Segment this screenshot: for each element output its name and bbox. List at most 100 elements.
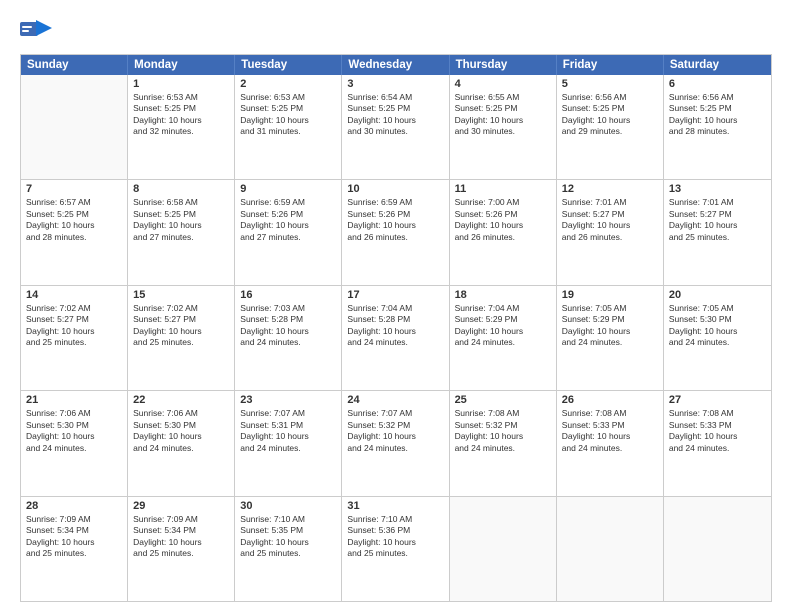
- calendar-cell: 23Sunrise: 7:07 AM Sunset: 5:31 PM Dayli…: [235, 391, 342, 495]
- calendar-header-day: Thursday: [450, 55, 557, 75]
- day-number: 15: [133, 289, 229, 301]
- cell-info: Sunrise: 7:00 AM Sunset: 5:26 PM Dayligh…: [455, 197, 551, 243]
- calendar-row: 21 Sunrise: 7:06 AM Sunset: 5:30 PM Dayli…: [21, 391, 771, 496]
- day-number: 16: [240, 289, 336, 301]
- day-number: 9: [240, 183, 336, 195]
- calendar-cell: 21 Sunrise: 7:06 AM Sunset: 5:30 PM Dayli…: [21, 391, 128, 495]
- calendar-header-day: Tuesday: [235, 55, 342, 75]
- calendar-cell: 22 Sunrise: 7:06 AM Sunset: 5:30 PM Dayli…: [128, 391, 235, 495]
- cell-info: Sunrise: 7:04 AM Sunset: 5:29 PM Dayligh…: [455, 303, 551, 349]
- cell-info: Sunrise: 6:56 AM Sunset: 5:25 PM Dayligh…: [669, 92, 766, 138]
- calendar-cell: 5 Sunrise: 6:56 AM Sunset: 5:25 PM Daylig…: [557, 75, 664, 179]
- calendar-row: 1 Sunrise: 6:53 AM Sunset: 5:25 PM Daylig…: [21, 75, 771, 180]
- calendar-cell: 8 Sunrise: 6:58 AM Sunset: 5:25 PM Daylig…: [128, 180, 235, 284]
- day-number: 8: [133, 183, 229, 195]
- cell-info: Sunrise: 7:04 AM Sunset: 5:28 PM Dayligh…: [347, 303, 443, 349]
- calendar-cell: 15 Sunrise: 7:02 AM Sunset: 5:27 PM Dayli…: [128, 286, 235, 390]
- calendar-cell: [21, 75, 128, 179]
- calendar-cell: 1 Sunrise: 6:53 AM Sunset: 5:25 PM Daylig…: [128, 75, 235, 179]
- calendar: SundayMondayTuesdayWednesdayThursdayFrid…: [20, 54, 772, 602]
- cell-info: Sunrise: 7:08 AM Sunset: 5:32 PM Dayligh…: [455, 408, 551, 454]
- day-number: 19: [562, 289, 658, 301]
- day-number: 1: [133, 78, 229, 90]
- calendar-cell: 9 Sunrise: 6:59 AM Sunset: 5:26 PM Daylig…: [235, 180, 342, 284]
- cell-info: Sunrise: 7:10 AM Sunset: 5:36 PM Dayligh…: [347, 514, 443, 560]
- calendar-cell: 17 Sunrise: 7:04 AM Sunset: 5:28 PM Dayli…: [342, 286, 449, 390]
- cell-info: Sunrise: 7:09 AM Sunset: 5:34 PM Dayligh…: [26, 514, 122, 560]
- day-number: 27: [669, 394, 766, 406]
- day-number: 5: [562, 78, 658, 90]
- calendar-cell: 13Sunrise: 7:01 AM Sunset: 5:27 PM Dayli…: [664, 180, 771, 284]
- calendar-cell: 7 Sunrise: 6:57 AM Sunset: 5:25 PM Daylig…: [21, 180, 128, 284]
- calendar-cell: 2Sunrise: 6:53 AM Sunset: 5:25 PM Daylig…: [235, 75, 342, 179]
- day-number: 14: [26, 289, 122, 301]
- day-number: 7: [26, 183, 122, 195]
- cell-info: Sunrise: 6:53 AM Sunset: 5:25 PM Dayligh…: [133, 92, 229, 138]
- cell-info: Sunrise: 6:58 AM Sunset: 5:25 PM Dayligh…: [133, 197, 229, 243]
- day-number: 17: [347, 289, 443, 301]
- cell-info: Sunrise: 6:55 AM Sunset: 5:25 PM Dayligh…: [455, 92, 551, 138]
- cell-info: Sunrise: 7:08 AM Sunset: 5:33 PM Dayligh…: [669, 408, 766, 454]
- day-number: 6: [669, 78, 766, 90]
- calendar-cell: [557, 497, 664, 601]
- calendar-cell: 26 Sunrise: 7:08 AM Sunset: 5:33 PM Dayli…: [557, 391, 664, 495]
- cell-info: Sunrise: 7:06 AM Sunset: 5:30 PM Dayligh…: [26, 408, 122, 454]
- cell-info: Sunrise: 6:57 AM Sunset: 5:25 PM Dayligh…: [26, 197, 122, 243]
- cell-info: Sunrise: 7:09 AM Sunset: 5:34 PM Dayligh…: [133, 514, 229, 560]
- day-number: 10: [347, 183, 443, 195]
- calendar-cell: [664, 497, 771, 601]
- calendar-cell: 11Sunrise: 7:00 AM Sunset: 5:26 PM Dayli…: [450, 180, 557, 284]
- calendar-cell: 29Sunrise: 7:09 AM Sunset: 5:34 PM Dayli…: [128, 497, 235, 601]
- day-number: 2: [240, 78, 336, 90]
- calendar-cell: 10Sunrise: 6:59 AM Sunset: 5:26 PM Dayli…: [342, 180, 449, 284]
- calendar-row: 28 Sunrise: 7:09 AM Sunset: 5:34 PM Dayli…: [21, 497, 771, 601]
- cell-info: Sunrise: 7:05 AM Sunset: 5:30 PM Dayligh…: [669, 303, 766, 349]
- day-number: 4: [455, 78, 551, 90]
- calendar-cell: 3 Sunrise: 6:54 AM Sunset: 5:25 PM Daylig…: [342, 75, 449, 179]
- calendar-cell: 19Sunrise: 7:05 AM Sunset: 5:29 PM Dayli…: [557, 286, 664, 390]
- day-number: 26: [562, 394, 658, 406]
- day-number: 20: [669, 289, 766, 301]
- day-number: 30: [240, 500, 336, 512]
- day-number: 28: [26, 500, 122, 512]
- calendar-header-day: Saturday: [664, 55, 771, 75]
- cell-info: Sunrise: 7:06 AM Sunset: 5:30 PM Dayligh…: [133, 408, 229, 454]
- day-number: 31: [347, 500, 443, 512]
- cell-info: Sunrise: 7:08 AM Sunset: 5:33 PM Dayligh…: [562, 408, 658, 454]
- cell-info: Sunrise: 7:07 AM Sunset: 5:32 PM Dayligh…: [347, 408, 443, 454]
- cell-info: Sunrise: 7:02 AM Sunset: 5:27 PM Dayligh…: [26, 303, 122, 349]
- calendar-cell: 18 Sunrise: 7:04 AM Sunset: 5:29 PM Dayli…: [450, 286, 557, 390]
- day-number: 22: [133, 394, 229, 406]
- cell-info: Sunrise: 7:02 AM Sunset: 5:27 PM Dayligh…: [133, 303, 229, 349]
- cell-info: Sunrise: 7:01 AM Sunset: 5:27 PM Dayligh…: [562, 197, 658, 243]
- calendar-header-day: Monday: [128, 55, 235, 75]
- calendar-cell: 6 Sunrise: 6:56 AM Sunset: 5:25 PM Daylig…: [664, 75, 771, 179]
- calendar-body: 1 Sunrise: 6:53 AM Sunset: 5:25 PM Daylig…: [21, 75, 771, 601]
- calendar-cell: 14 Sunrise: 7:02 AM Sunset: 5:27 PM Dayli…: [21, 286, 128, 390]
- logo: [20, 18, 56, 46]
- calendar-cell: 30 Sunrise: 7:10 AM Sunset: 5:35 PM Dayli…: [235, 497, 342, 601]
- cell-info: Sunrise: 6:59 AM Sunset: 5:26 PM Dayligh…: [240, 197, 336, 243]
- day-number: 12: [562, 183, 658, 195]
- cell-info: Sunrise: 7:01 AM Sunset: 5:27 PM Dayligh…: [669, 197, 766, 243]
- day-number: 18: [455, 289, 551, 301]
- calendar-cell: 25 Sunrise: 7:08 AM Sunset: 5:32 PM Dayli…: [450, 391, 557, 495]
- page: SundayMondayTuesdayWednesdayThursdayFrid…: [0, 0, 792, 612]
- calendar-cell: 28 Sunrise: 7:09 AM Sunset: 5:34 PM Dayli…: [21, 497, 128, 601]
- day-number: 3: [347, 78, 443, 90]
- calendar-cell: 12 Sunrise: 7:01 AM Sunset: 5:27 PM Dayli…: [557, 180, 664, 284]
- cell-info: Sunrise: 7:10 AM Sunset: 5:35 PM Dayligh…: [240, 514, 336, 560]
- calendar-cell: 20 Sunrise: 7:05 AM Sunset: 5:30 PM Dayli…: [664, 286, 771, 390]
- calendar-cell: 31 Sunrise: 7:10 AM Sunset: 5:36 PM Dayli…: [342, 497, 449, 601]
- calendar-header-day: Wednesday: [342, 55, 449, 75]
- cell-info: Sunrise: 7:03 AM Sunset: 5:28 PM Dayligh…: [240, 303, 336, 349]
- calendar-cell: 16 Sunrise: 7:03 AM Sunset: 5:28 PM Dayli…: [235, 286, 342, 390]
- calendar-cell: 27 Sunrise: 7:08 AM Sunset: 5:33 PM Dayli…: [664, 391, 771, 495]
- day-number: 21: [26, 394, 122, 406]
- calendar-row: 7 Sunrise: 6:57 AM Sunset: 5:25 PM Daylig…: [21, 180, 771, 285]
- cell-info: Sunrise: 7:07 AM Sunset: 5:31 PM Dayligh…: [240, 408, 336, 454]
- calendar-cell: [450, 497, 557, 601]
- cell-info: Sunrise: 6:54 AM Sunset: 5:25 PM Dayligh…: [347, 92, 443, 138]
- day-number: 25: [455, 394, 551, 406]
- cell-info: Sunrise: 6:56 AM Sunset: 5:25 PM Dayligh…: [562, 92, 658, 138]
